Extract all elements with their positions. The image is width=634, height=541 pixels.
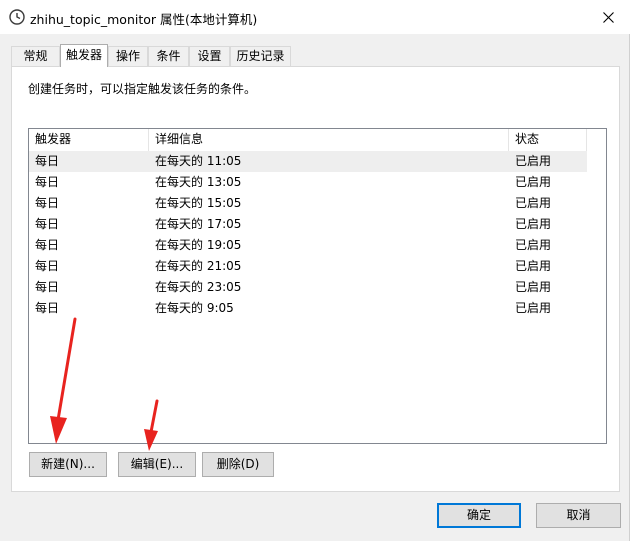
triggers-list[interactable]: 触发器 详细信息 状态 每日 在每天的 11:05 已启用 每日 在每天的 13…: [28, 128, 607, 444]
edit-trigger-button[interactable]: 编辑(E)...: [118, 452, 196, 477]
cell-trigger: 每日: [35, 196, 60, 210]
tab-conditions[interactable]: 条件: [148, 46, 189, 66]
cell-detail: 在每天的 9:05: [155, 301, 234, 315]
triggers-panel: 创建任务时，可以指定触发该任务的条件。 触发器 详细信息 状态 每日 在每天的 …: [11, 66, 620, 492]
table-row[interactable]: 每日 在每天的 17:05 已启用: [29, 214, 587, 235]
cell-detail: 在每天的 15:05: [155, 196, 242, 210]
cell-status: 已启用: [515, 238, 552, 252]
cell-status: 已启用: [515, 175, 552, 189]
background-strip: [630, 0, 634, 541]
clock-icon: [9, 9, 25, 25]
new-trigger-button[interactable]: 新建(N)...: [29, 452, 107, 477]
panel-hint: 创建任务时，可以指定触发该任务的条件。: [28, 82, 257, 96]
cell-trigger: 每日: [35, 217, 60, 231]
table-row[interactable]: 每日 在每天的 15:05 已启用: [29, 193, 587, 214]
cell-detail: 在每天的 13:05: [155, 175, 242, 189]
table-row[interactable]: 每日 在每天的 21:05 已启用: [29, 256, 587, 277]
cell-trigger: 每日: [35, 301, 60, 315]
cell-detail: 在每天的 11:05: [155, 154, 242, 168]
table-row[interactable]: 每日 在每天的 9:05 已启用: [29, 298, 587, 319]
tab-history[interactable]: 历史记录: [230, 46, 291, 66]
column-header-trigger[interactable]: 触发器: [29, 129, 149, 151]
delete-trigger-button[interactable]: 删除(D): [202, 452, 274, 477]
cell-detail: 在每天的 21:05: [155, 259, 242, 273]
ok-button[interactable]: 确定: [437, 503, 521, 528]
close-icon: [602, 11, 614, 23]
table-row[interactable]: 每日 在每天的 13:05 已启用: [29, 172, 587, 193]
column-header-detail[interactable]: 详细信息: [149, 129, 509, 151]
close-button[interactable]: [586, 0, 630, 34]
cell-status: 已启用: [515, 301, 552, 315]
cell-detail: 在每天的 23:05: [155, 280, 242, 294]
column-header-status[interactable]: 状态: [509, 129, 587, 151]
tab-general[interactable]: 常规: [11, 46, 60, 66]
cell-status: 已启用: [515, 259, 552, 273]
table-row[interactable]: 每日 在每天的 23:05 已启用: [29, 277, 587, 298]
cell-status: 已启用: [515, 196, 552, 210]
tab-triggers[interactable]: 触发器: [60, 44, 108, 67]
title-bar[interactable]: zhihu_topic_monitor 属性(本地计算机): [0, 0, 630, 34]
cell-trigger: 每日: [35, 280, 60, 294]
cell-detail: 在每天的 19:05: [155, 238, 242, 252]
cell-status: 已启用: [515, 217, 552, 231]
tab-actions[interactable]: 操作: [108, 46, 148, 66]
table-row[interactable]: 每日 在每天的 19:05 已启用: [29, 235, 587, 256]
cell-detail: 在每天的 17:05: [155, 217, 242, 231]
cell-trigger: 每日: [35, 154, 60, 168]
tab-settings[interactable]: 设置: [189, 46, 230, 66]
cell-status: 已启用: [515, 154, 552, 168]
table-row[interactable]: 每日 在每天的 11:05 已启用: [29, 151, 587, 172]
window-title: zhihu_topic_monitor 属性(本地计算机): [30, 12, 258, 27]
cancel-button[interactable]: 取消: [536, 503, 621, 528]
cell-trigger: 每日: [35, 175, 60, 189]
properties-dialog: zhihu_topic_monitor 属性(本地计算机) 常规 触发器 操作 …: [0, 0, 630, 541]
cell-status: 已启用: [515, 280, 552, 294]
cell-trigger: 每日: [35, 259, 60, 273]
list-header: 触发器 详细信息 状态: [29, 129, 606, 151]
cell-trigger: 每日: [35, 238, 60, 252]
